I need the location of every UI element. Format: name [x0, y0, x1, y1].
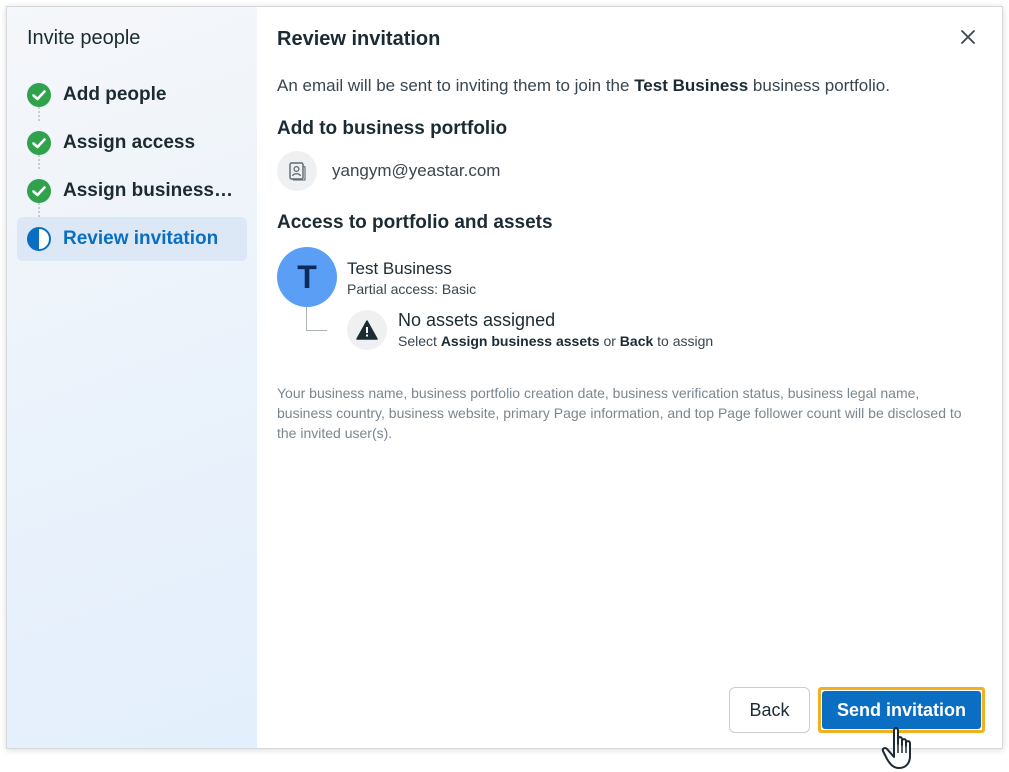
invitee-email: yangym@yeastar.com: [332, 161, 501, 180]
send-invitation-button[interactable]: Send invitation: [822, 691, 981, 729]
review-panel: Review invitation An email will be sent …: [257, 7, 1002, 748]
close-button[interactable]: [954, 25, 982, 53]
assets-row: No assets assigned Select Assign busines…: [347, 309, 982, 351]
avatar: T: [277, 247, 337, 307]
business-name-inline: Test Business: [634, 76, 749, 95]
page-title: Review invitation: [277, 28, 441, 50]
step-label: Review invitation: [63, 228, 219, 249]
business-row: T Test Business Partial access: Basic: [277, 247, 982, 331]
id-badge-icon: [277, 151, 317, 191]
assets-status: No assets assigned: [398, 310, 556, 330]
step-label: Add people: [63, 84, 167, 105]
step-add-people[interactable]: Add people: [17, 73, 247, 117]
tree-connector: [306, 307, 327, 331]
access-section-title: Access to portfolio and assets: [277, 212, 553, 233]
step-review-invitation[interactable]: Review invitation: [17, 217, 247, 261]
back-button[interactable]: Back: [729, 687, 810, 733]
step-assign-business-assets[interactable]: Assign business assets: [17, 169, 247, 213]
steps-sidebar: Invite people Add people Assign access A…: [7, 7, 257, 748]
half-circle-icon: [27, 227, 51, 251]
assets-hint: Select Assign business assets or Back to…: [398, 333, 714, 349]
check-circle-icon: [27, 131, 51, 155]
check-circle-icon: [27, 179, 51, 203]
assets-info: No assets assigned Select Assign busines…: [398, 309, 713, 351]
invite-dialog: Invite people Add people Assign access A…: [6, 6, 1003, 749]
dialog-footer: Back Send invitation: [729, 687, 985, 733]
hand-pointer-icon: [880, 726, 920, 772]
step-assign-access[interactable]: Assign access: [17, 121, 247, 165]
warning-icon: [347, 310, 387, 350]
sidebar-title: Invite people: [27, 27, 141, 49]
close-icon: [960, 29, 976, 50]
business-info: Test Business Partial access: Basic: [347, 258, 476, 299]
step-label: Assign access: [63, 132, 196, 153]
access-level: Partial access: Basic: [347, 281, 477, 297]
add-section-title: Add to business portfolio: [277, 118, 508, 139]
disclosure-notice: Your business name, business portfolio c…: [277, 385, 962, 441]
step-label: Assign business assets: [63, 180, 237, 201]
business-name: Test Business: [347, 259, 452, 278]
invitee-row: yangym@yeastar.com: [277, 151, 982, 191]
intro-text: An email will be sent to inviting them t…: [277, 76, 890, 95]
steps-list: Add people Assign access Assign business…: [17, 73, 247, 261]
check-circle-icon: [27, 83, 51, 107]
